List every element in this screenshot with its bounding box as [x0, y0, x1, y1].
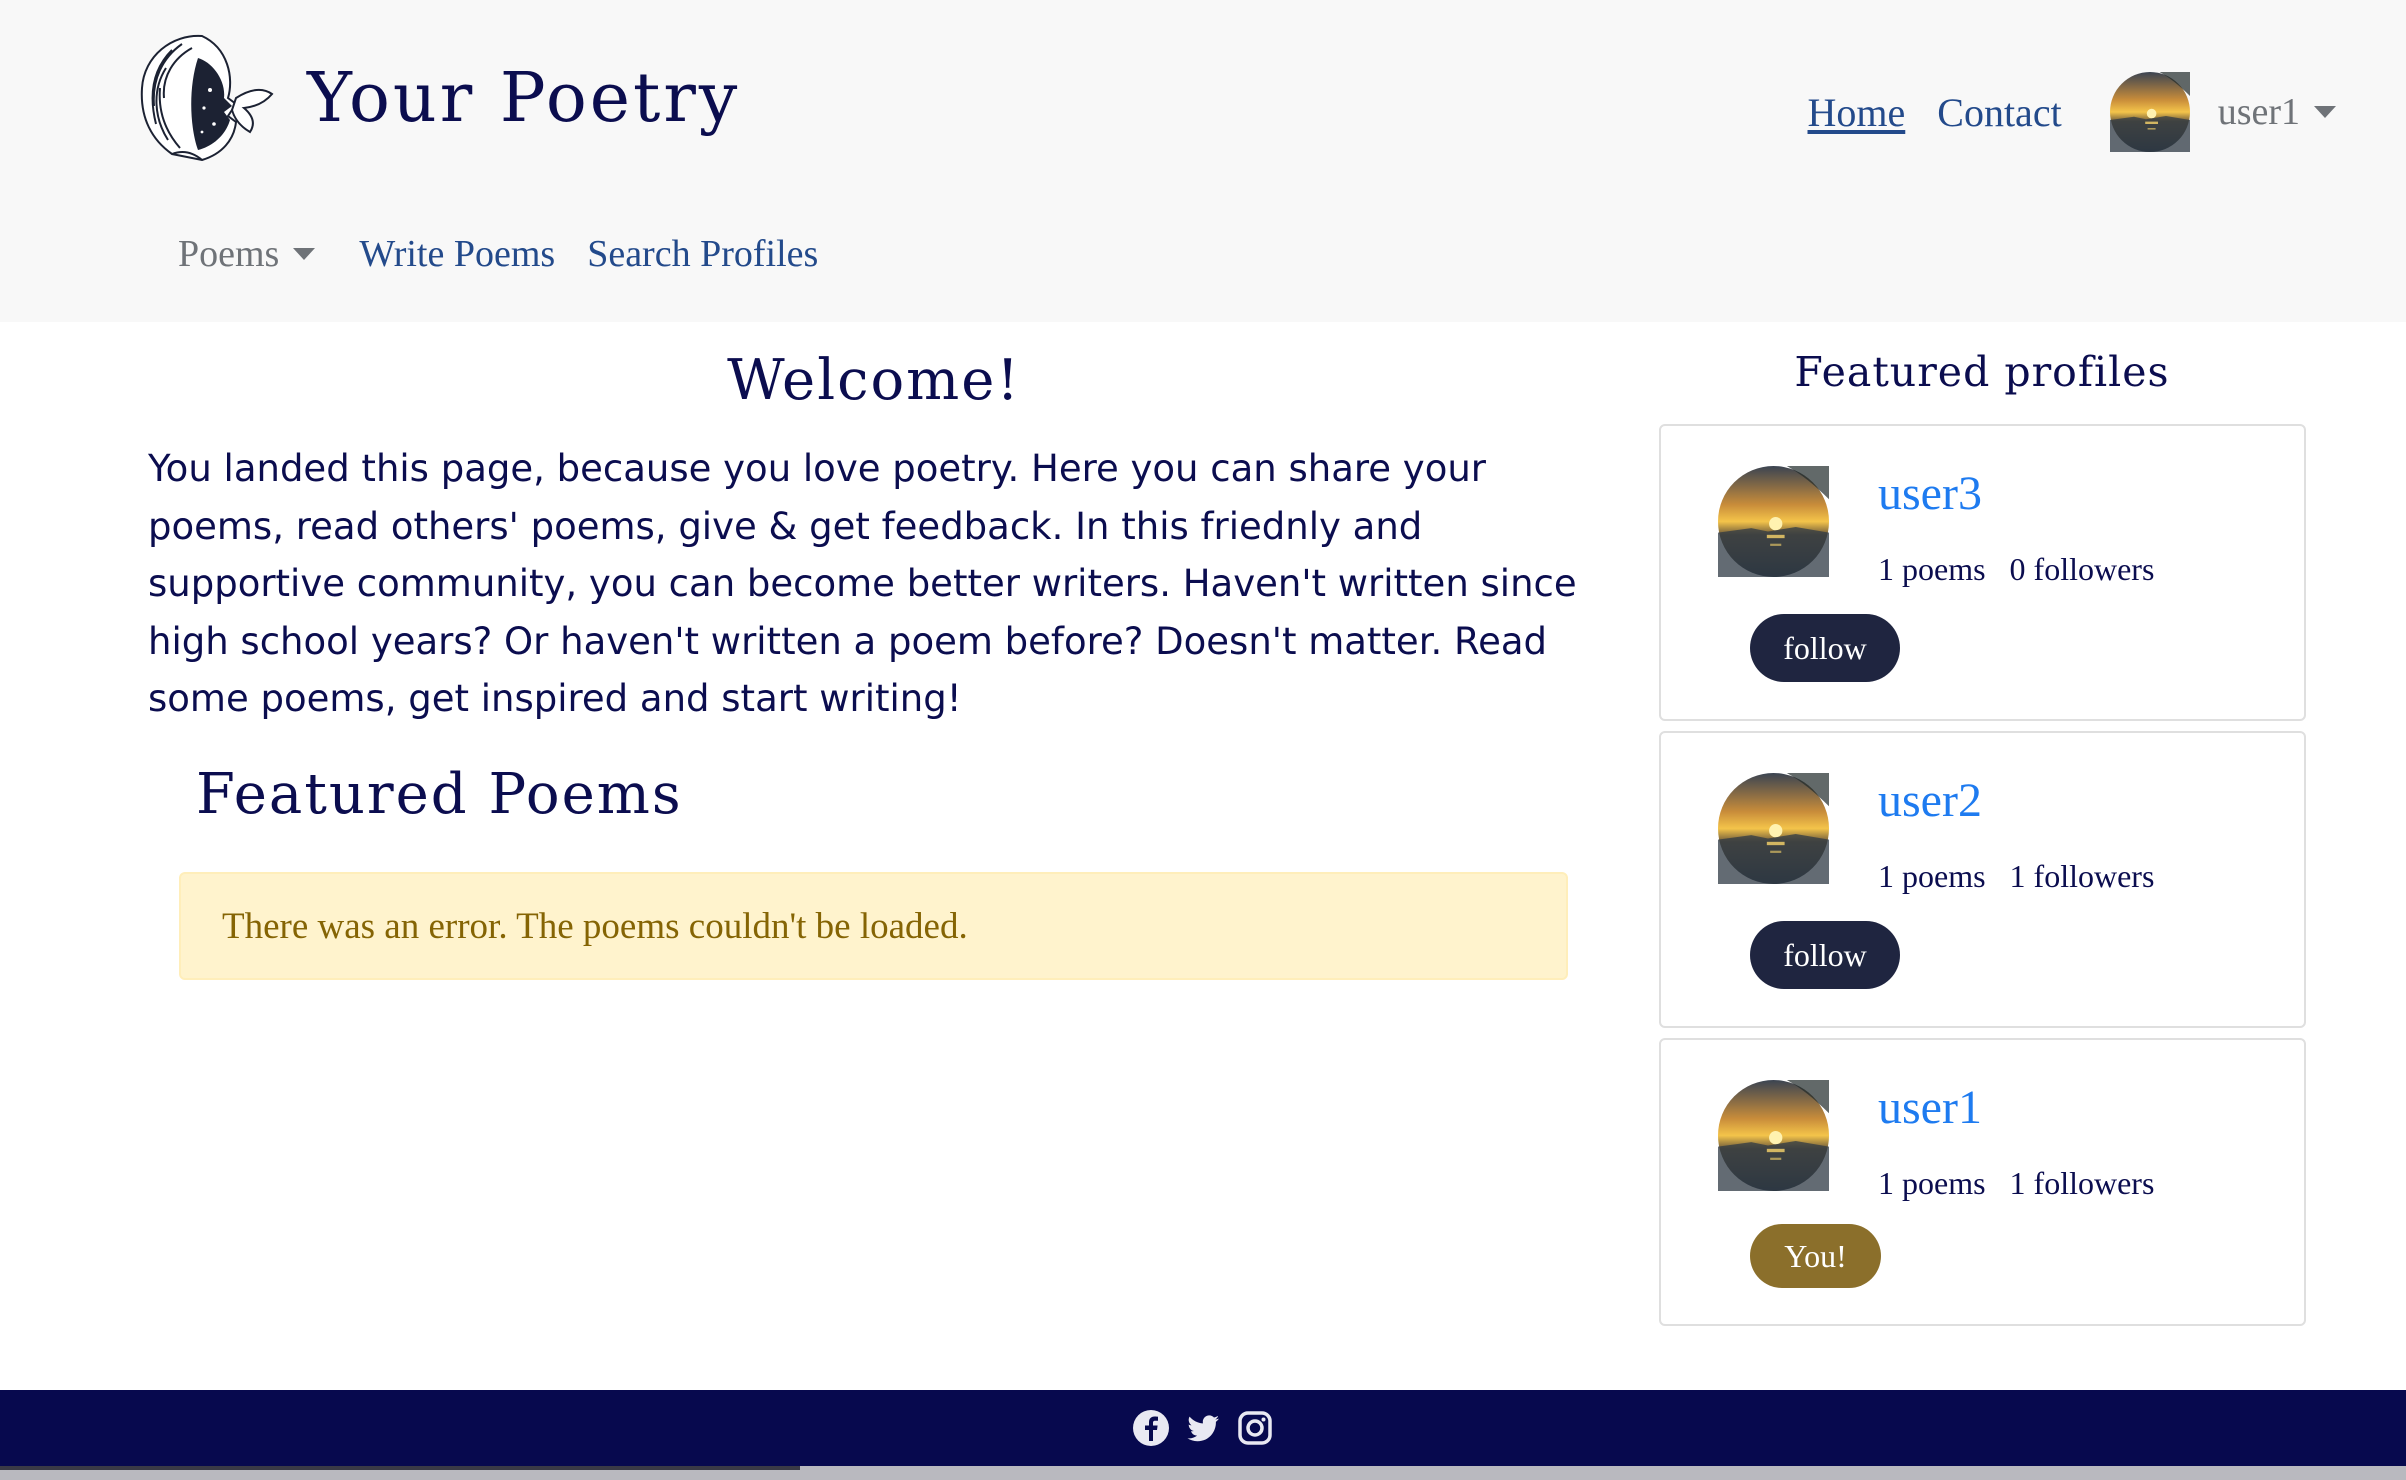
brand-title: Your Poetry: [307, 58, 741, 138]
brand[interactable]: Your Poetry: [132, 28, 740, 168]
footer: [0, 1390, 2406, 1466]
followers-count: 1 followers: [2009, 1165, 2155, 1201]
profile-card: user2 1 poems 1 followers follow: [1659, 731, 2306, 1028]
os-taskbar: [0, 1466, 2406, 1480]
nav-home-link[interactable]: Home: [1808, 89, 1906, 136]
profile-card: user1 1 poems 1 followers You!: [1659, 1038, 2306, 1326]
poems-dropdown-label: Poems: [178, 233, 280, 275]
facebook-icon[interactable]: [1131, 1408, 1171, 1448]
search-profiles-link[interactable]: Search Profiles: [587, 232, 818, 276]
top-nav: Home Contact user1: [1808, 72, 2336, 152]
poems-count: 1 poems: [1878, 551, 1986, 587]
nav-contact-link[interactable]: Contact: [1937, 89, 2061, 136]
write-poems-link[interactable]: Write Poems: [359, 232, 555, 276]
profile-stats: 1 poems 0 followers: [1878, 551, 2154, 588]
user-menu-dropdown[interactable]: user1: [2110, 72, 2336, 152]
profile-avatar[interactable]: [1718, 1080, 1829, 1191]
welcome-title: Welcome!: [727, 348, 1021, 413]
poems-count: 1 poems: [1878, 858, 1986, 894]
profile-stats: 1 poems 1 followers: [1878, 1165, 2154, 1202]
header: Your Poetry Home Contact user1 Poems Wri…: [0, 0, 2406, 322]
chevron-down-icon: [293, 248, 316, 260]
intro-text: You landed this page, because you love p…: [148, 447, 1577, 720]
profile-avatar[interactable]: [1718, 773, 1829, 884]
you-badge: You!: [1750, 1224, 1881, 1288]
user-menu-name: user1: [2217, 91, 2300, 133]
profile-stats: 1 poems 1 followers: [1878, 858, 2154, 895]
follow-button[interactable]: follow: [1750, 614, 1900, 682]
instagram-icon[interactable]: [1235, 1408, 1275, 1448]
featured-poems-title: Featured Poems: [196, 762, 683, 827]
error-alert: There was an error. The poems couldn't b…: [179, 872, 1568, 980]
twitter-icon[interactable]: [1183, 1408, 1223, 1448]
profile-username-link[interactable]: user2: [1878, 773, 1982, 828]
poems-count: 1 poems: [1878, 1165, 1986, 1201]
profile-avatar[interactable]: [1718, 466, 1829, 577]
error-message: There was an error. The poems couldn't b…: [222, 905, 968, 947]
profile-username-link[interactable]: user1: [1878, 1080, 1982, 1135]
chevron-down-icon: [2314, 106, 2336, 118]
followers-count: 0 followers: [2009, 551, 2155, 587]
follow-button[interactable]: follow: [1750, 921, 1900, 989]
poems-dropdown[interactable]: Poems: [178, 232, 316, 276]
followers-count: 1 followers: [2009, 858, 2155, 894]
featured-profiles-title: Featured profiles: [1794, 348, 2170, 396]
profile-card: user3 1 poems 0 followers follow: [1659, 424, 2306, 721]
taskbar-strip: [0, 1466, 800, 1470]
poet-face-logo-icon: [140, 34, 274, 162]
profile-username-link[interactable]: user3: [1878, 466, 1982, 521]
user-avatar: [2110, 72, 2190, 152]
sub-nav: Poems Write Poems Search Profiles: [178, 232, 850, 276]
